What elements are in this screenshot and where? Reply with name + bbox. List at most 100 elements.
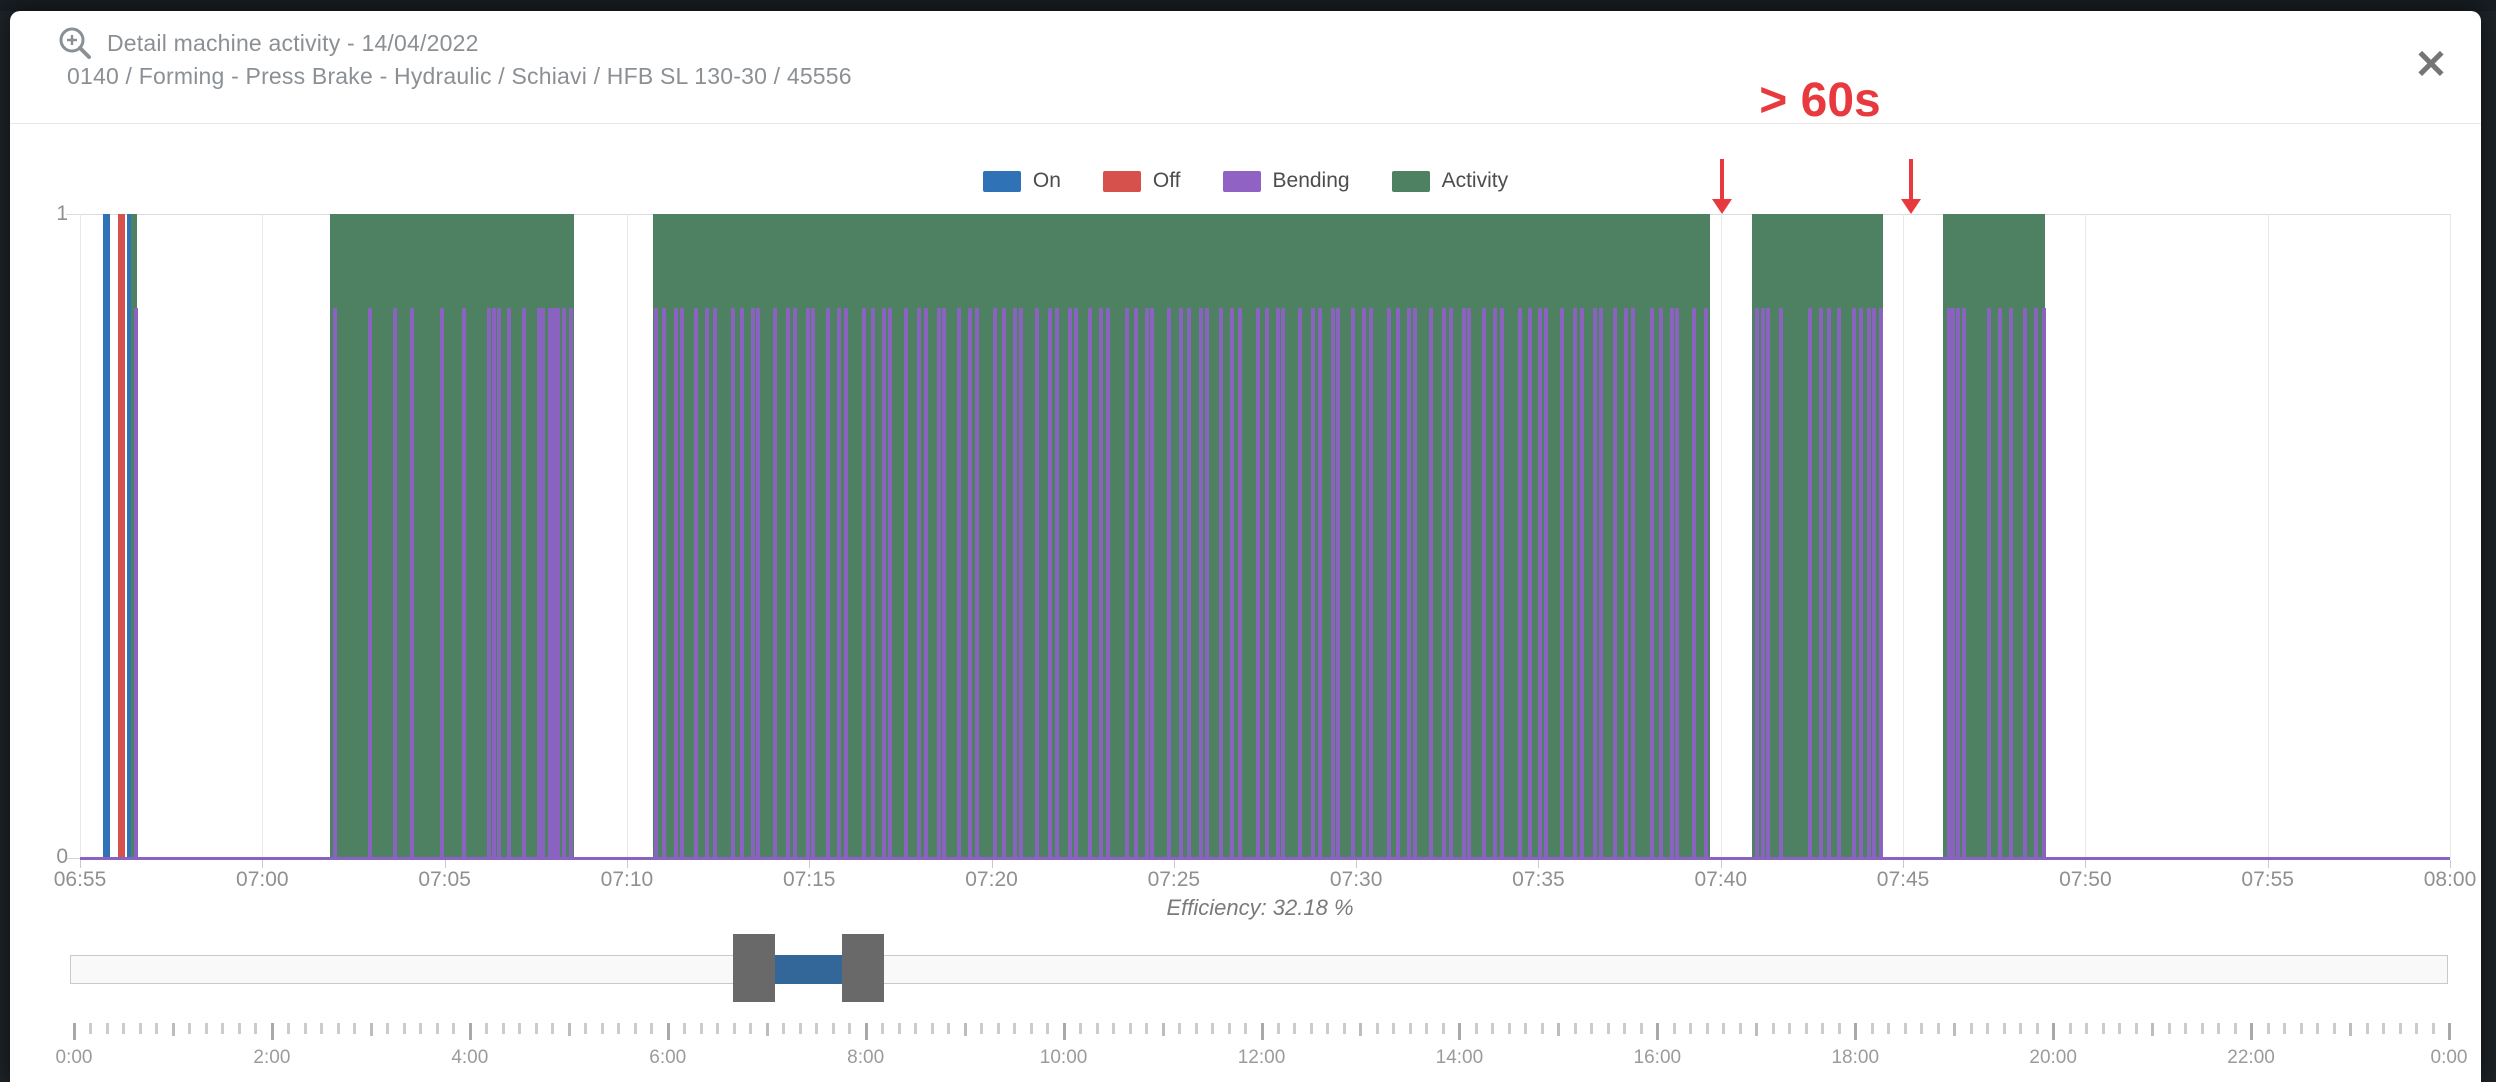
legend-item: Bending xyxy=(1223,169,1350,193)
x-axis-tick xyxy=(445,860,446,868)
plot-area: 06:5507:0007:0507:1007:1507:2007:2507:30… xyxy=(80,214,2450,859)
ruler-minor-tick xyxy=(221,1023,224,1034)
ruler-minor-tick xyxy=(1541,1023,1544,1034)
bending-line xyxy=(1219,308,1223,859)
header-divider xyxy=(10,123,2481,124)
bending-line xyxy=(1819,308,1823,859)
ruler-minor-tick xyxy=(386,1023,389,1034)
bending-line xyxy=(1134,308,1138,859)
ruler-minor-tick xyxy=(1986,1023,1989,1034)
bending-line xyxy=(993,308,997,859)
ruler-minor-tick xyxy=(1491,1023,1494,1034)
bending-legend-swatch xyxy=(1223,171,1261,192)
ruler-minor-tick xyxy=(749,1023,752,1034)
ruler-minor-tick xyxy=(716,1023,719,1034)
bending-line xyxy=(2034,308,2038,859)
ruler-minor-tick xyxy=(188,1023,191,1034)
bending-line xyxy=(1199,308,1203,859)
bending-line xyxy=(1599,308,1603,859)
ruler-label: 22:00 xyxy=(2206,1047,2296,1069)
legend-label: Bending xyxy=(1273,169,1350,193)
ruler-minor-tick xyxy=(2217,1023,2220,1034)
ruler-label: 16:00 xyxy=(1612,1047,1702,1069)
ruler-major-tick xyxy=(1063,1023,1066,1040)
ruler-minor-tick xyxy=(1442,1023,1445,1034)
ruler-minor-tick xyxy=(568,1023,571,1036)
bending-line xyxy=(1396,308,1400,859)
x-axis-label: 07:50 xyxy=(2025,868,2145,892)
ruler-minor-tick xyxy=(1359,1023,1362,1036)
ruler-minor-tick xyxy=(881,1023,884,1034)
ruler-minor-tick xyxy=(1574,1023,1577,1034)
ruler-minor-tick xyxy=(947,1023,950,1034)
x-axis-tick xyxy=(627,860,628,868)
ruler-minor-tick xyxy=(1871,1023,1874,1034)
ruler-minor-tick xyxy=(1326,1023,1329,1034)
ruler-minor-tick xyxy=(1013,1023,1016,1034)
ruler-minor-tick xyxy=(452,1023,455,1034)
bending-line xyxy=(756,308,760,859)
bending-line xyxy=(1867,308,1871,859)
ruler-minor-tick xyxy=(287,1023,290,1034)
time-range-selected-bar[interactable] xyxy=(775,955,841,984)
modal-subtitle: 0140 / Forming - Press Brake - Hydraulic… xyxy=(67,63,852,90)
bending-line xyxy=(1099,308,1103,859)
ruler-minor-tick xyxy=(1904,1023,1907,1034)
slider-handle-right[interactable] xyxy=(842,934,884,1002)
bending-line xyxy=(134,308,138,859)
bending-line xyxy=(1462,308,1466,859)
bending-line xyxy=(1482,308,1486,859)
bending-line xyxy=(1449,308,1453,859)
bending-line xyxy=(862,308,866,859)
ruler-minor-tick xyxy=(2085,1023,2088,1034)
ruler-minor-tick xyxy=(1046,1023,1049,1034)
bending-line xyxy=(786,308,790,859)
close-icon[interactable]: ✕ xyxy=(2409,43,2453,87)
bending-line xyxy=(1281,308,1285,859)
efficiency-label: Efficiency: 32.18 % xyxy=(70,895,2450,921)
x-axis-tick xyxy=(1538,860,1539,868)
bending-line xyxy=(1413,308,1417,859)
ruler-minor-tick xyxy=(2069,1023,2072,1034)
bending-line xyxy=(975,308,979,859)
gap-arrow-head xyxy=(1901,199,1921,214)
ruler-minor-tick xyxy=(139,1023,142,1034)
bending-line xyxy=(393,308,397,859)
off-pulse xyxy=(118,214,125,859)
bending-line xyxy=(1205,308,1209,859)
bending-line xyxy=(1998,308,2002,859)
ruler-minor-tick xyxy=(1739,1023,1742,1034)
bending-line xyxy=(1827,308,1831,859)
bending-line xyxy=(2023,308,2027,859)
gridline xyxy=(262,214,263,859)
bending-line xyxy=(562,308,566,859)
bending-line xyxy=(569,308,573,859)
bending-line xyxy=(333,308,337,859)
ruler-minor-tick xyxy=(931,1023,934,1034)
ruler-minor-tick xyxy=(1673,1023,1676,1034)
bending-line xyxy=(1318,308,1322,859)
ruler-minor-tick xyxy=(2333,1023,2336,1034)
ruler-minor-tick xyxy=(2201,1023,2204,1034)
bending-line xyxy=(1852,308,1856,859)
ruler-major-tick xyxy=(1261,1023,1264,1040)
bending-line xyxy=(1766,308,1770,859)
slider-handle-left[interactable] xyxy=(733,934,775,1002)
x-axis-label: 07:20 xyxy=(932,868,1052,892)
bending-line xyxy=(497,308,501,859)
ruler-minor-tick xyxy=(700,1023,703,1034)
ruler-minor-tick xyxy=(964,1023,967,1036)
ruler-minor-tick xyxy=(1772,1023,1775,1034)
ruler-minor-tick xyxy=(1607,1023,1610,1034)
activity-block xyxy=(1752,214,1883,859)
time-range-slider-track[interactable] xyxy=(70,955,2448,984)
bending-line xyxy=(968,308,972,859)
ruler-minor-tick xyxy=(1640,1023,1643,1034)
bending-line xyxy=(1442,308,1446,859)
bending-line xyxy=(1987,308,1991,859)
bending-line xyxy=(662,308,666,859)
ruler-major-tick xyxy=(667,1023,670,1040)
ruler-label: 6:00 xyxy=(623,1047,713,1069)
bending-line xyxy=(1387,308,1391,859)
bending-line xyxy=(541,308,545,859)
